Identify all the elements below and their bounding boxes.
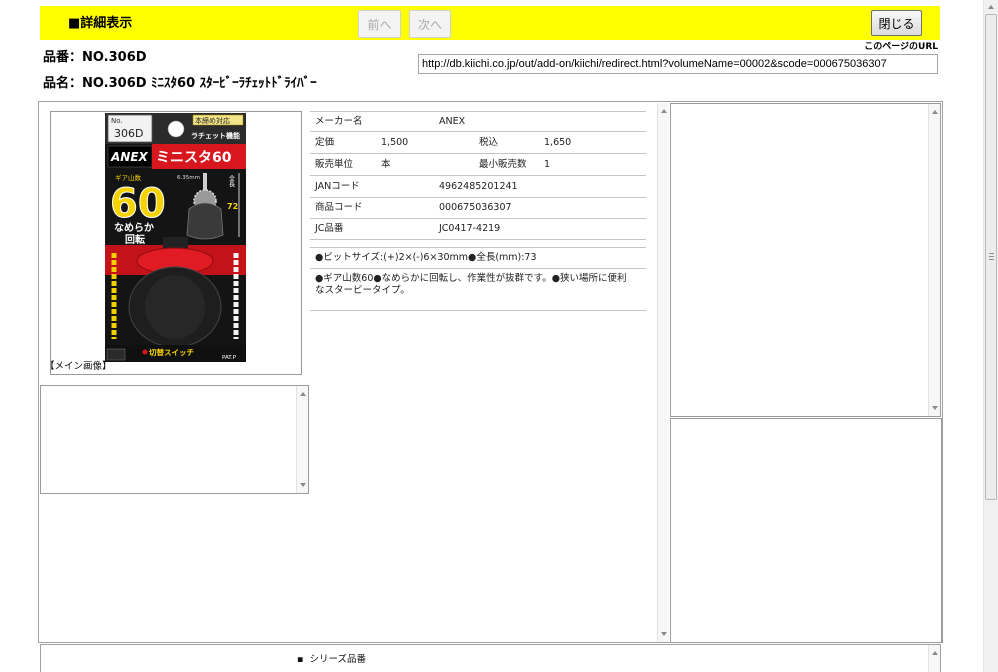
pkg-ratchet-head <box>186 202 224 240</box>
product-package-image: No. 306D 本締め対応 ラチェット機能 ANEX ミニスタ60 ギア山数 … <box>105 113 246 362</box>
pkg-switch-dot <box>142 349 148 355</box>
pkg-bit-size-text: 6.35mm <box>177 175 200 181</box>
page-url-field[interactable] <box>418 54 938 74</box>
window-scrollbar[interactable] <box>983 0 998 672</box>
min-qty-label: 最小販売数 <box>479 159 527 170</box>
pkg-gear-count: 60 <box>110 181 166 227</box>
maker-label: メーカー名 <box>315 116 363 127</box>
scroll-down-arrow-icon[interactable] <box>929 402 940 414</box>
unit-value: 本 <box>381 159 391 170</box>
close-button[interactable]: 閉じる <box>871 10 922 36</box>
pkg-driver-bit <box>203 173 207 191</box>
main-image-caption: 【メイン画像】 <box>45 361 112 372</box>
tax-incl-value: 1,650 <box>544 137 572 148</box>
row-spacer <box>310 240 646 248</box>
row-spec: ●ビットサイズ:(+)2×(-)6×30mm●全長(mm):73 <box>310 248 646 269</box>
pkg-badge-text: 本締め対応 <box>195 116 230 125</box>
pkg-bottom-label-box <box>106 348 126 361</box>
pkg-handle-grip-inner <box>145 275 205 339</box>
page-url-label: このページのURL <box>864 42 938 52</box>
sub-image-scrollbar[interactable] <box>296 386 308 493</box>
scroll-up-arrow-icon[interactable] <box>929 106 940 118</box>
product-name-line: 品名：NO.306D ﾐﾆｽﾀ60 ｽﾀｰﾋﾞｰﾗﾁｪｯﾄﾄﾞﾗｲﾊﾞｰ <box>43 76 317 92</box>
header-bar: ■詳細表示 前へ 次へ 閉じる <box>40 6 940 40</box>
row-jc: JC品番 JC0417-4219 <box>310 219 646 240</box>
series-bullet-icon: ▪ <box>297 654 304 665</box>
next-button[interactable]: 次へ <box>409 10 451 38</box>
product-name-label: 品名： <box>43 76 83 91</box>
pkg-no-text: No. <box>111 117 123 125</box>
row-price: 定価 1,500 税込 1,650 <box>310 132 646 154</box>
min-qty-value: 1 <box>544 159 551 170</box>
series-scrollbar[interactable] <box>928 645 940 672</box>
list-price-label: 定価 <box>315 137 335 148</box>
detail-panel: No. 306D 本締め対応 ラチェット機能 ANEX ミニスタ60 ギア山数 … <box>38 101 943 643</box>
right-top-frame <box>670 103 941 417</box>
jan-value: 4962485201241 <box>439 181 518 192</box>
series-heading: ▪ シリーズ品番 <box>297 654 366 666</box>
scroll-down-arrow-icon[interactable] <box>658 628 669 640</box>
product-code-line: 品番：NO.306D <box>43 50 147 66</box>
pkg-model-text: 306D <box>114 127 143 140</box>
pkg-smooth-text-2: 回転 <box>125 233 145 246</box>
window-scroll-thumb[interactable] <box>985 14 997 500</box>
pkg-length-label: 全長 <box>228 174 235 188</box>
page-title: ■詳細表示 <box>68 16 133 31</box>
product-code-label: 品番： <box>43 50 83 65</box>
pkg-feature-text: ラチェット機能 <box>191 131 240 140</box>
pkg-series-text: ミニスタ60 <box>156 150 232 166</box>
product-details-table: メーカー名 ANEX 定価 1,500 税込 1,650 販売単位 本 最小販売… <box>310 111 646 313</box>
row-unit: 販売単位 本 最小販売数 1 <box>310 154 646 176</box>
pkg-handle-neck <box>163 237 188 249</box>
window-scroll-up-arrow-icon[interactable] <box>985 1 996 13</box>
row-jan: JANコード 4962485201241 <box>310 176 646 198</box>
thumb-grip-icon <box>989 253 994 254</box>
main-image-box: No. 306D 本締め対応 ラチェット機能 ANEX ミニスタ60 ギア山数 … <box>50 111 302 375</box>
maker-value: ANEX <box>439 116 466 127</box>
unit-label: 販売単位 <box>315 159 354 170</box>
scroll-down-arrow-icon[interactable] <box>297 479 308 491</box>
spec-text: ●ビットサイズ:(+)2×(-)6×30mm●全長(mm):73 <box>315 252 537 263</box>
details-scrollbar[interactable] <box>657 103 669 642</box>
pkg-brand-logo: ANEX <box>110 150 149 164</box>
list-price-value: 1,500 <box>381 137 409 148</box>
series-label: シリーズ品番 <box>309 654 367 665</box>
row-product-code: 商品コード 000675036307 <box>310 198 646 219</box>
tax-incl-label: 税込 <box>479 137 499 148</box>
thumb-grip-icon <box>989 256 994 257</box>
jc-value: JC0417-4219 <box>439 223 501 234</box>
sub-image-frame <box>40 385 309 494</box>
series-section: ▪ シリーズ品番 <box>40 644 941 672</box>
prev-button[interactable]: 前へ <box>358 10 401 38</box>
right-bottom-frame <box>670 418 942 643</box>
jc-label: JC品番 <box>315 223 344 234</box>
product-code-label-cell: 商品コード <box>315 202 363 213</box>
pkg-patent-text: PAT.P <box>222 355 237 361</box>
pkg-switch-text: 切替スイッチ <box>149 347 194 357</box>
pkg-smooth-text-1: なめらか <box>114 222 154 234</box>
thumb-grip-icon <box>989 259 994 260</box>
row-description: ●ギア山数60●なめらかに回転し、作業性が抜群です。●狭い場所に便利なスタービー… <box>310 269 646 311</box>
pkg-length-value: 72 <box>227 202 238 211</box>
product-code-value: 000675036307 <box>439 202 512 213</box>
product-name: NO.306D ﾐﾆｽﾀ60 ｽﾀｰﾋﾞｰﾗﾁｪｯﾄﾄﾞﾗｲﾊﾞｰ <box>82 76 317 91</box>
right-top-scrollbar[interactable] <box>928 104 940 416</box>
scroll-up-arrow-icon[interactable] <box>297 388 308 400</box>
description-text: ●ギア山数60●なめらかに回転し、作業性が抜群です。●狭い場所に便利なスタービー… <box>315 273 627 296</box>
pkg-hanger-hole <box>167 120 185 138</box>
row-maker: メーカー名 ANEX <box>310 111 646 132</box>
product-code: NO.306D <box>82 50 147 65</box>
jan-label: JANコード <box>315 181 360 192</box>
scroll-up-arrow-icon[interactable] <box>929 647 940 659</box>
scroll-up-arrow-icon[interactable] <box>658 105 669 117</box>
